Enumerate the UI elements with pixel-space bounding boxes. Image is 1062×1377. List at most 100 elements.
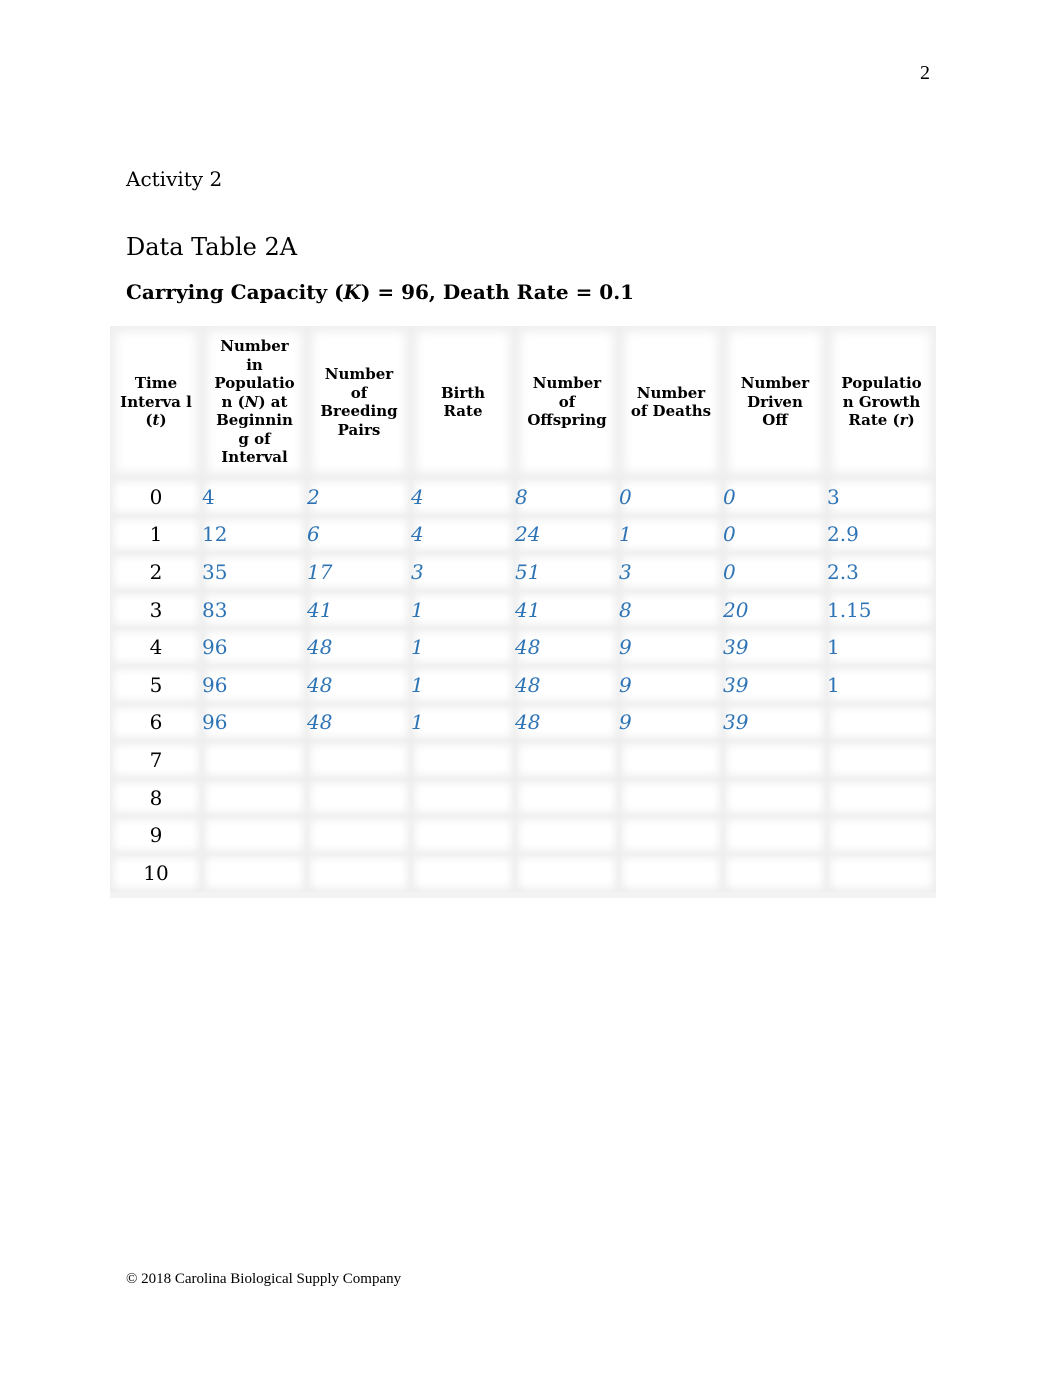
cell-n[interactable]	[202, 778, 307, 817]
cell-birth[interactable]: 1	[411, 703, 515, 742]
time-interval-cell: 8	[110, 778, 202, 817]
table-row: 9	[110, 816, 936, 854]
cell-deaths[interactable]	[619, 778, 723, 817]
cell-birth[interactable]: 3	[411, 553, 515, 591]
cell-deaths[interactable]: 1	[619, 515, 723, 554]
cell-offspring[interactable]	[515, 853, 619, 892]
cell-pairs[interactable]: 2	[307, 478, 411, 516]
cell-pairs[interactable]: 48	[307, 703, 411, 742]
copyright-footer: © 2018 Carolina Biological Supply Compan…	[126, 1271, 402, 1287]
column-header-text: Number of Deaths	[619, 384, 723, 421]
cell-offspring[interactable]: 51	[515, 553, 619, 591]
cell-offspring[interactable]	[515, 816, 619, 854]
cell-r[interactable]: 1	[827, 665, 936, 704]
cell-r[interactable]	[827, 703, 936, 742]
cell-r[interactable]	[827, 816, 936, 854]
cell-deaths[interactable]	[619, 741, 723, 779]
cell-driven[interactable]: 20	[723, 590, 827, 629]
cell-driven[interactable]: 0	[723, 478, 827, 516]
cell-n[interactable]	[202, 816, 307, 854]
cell-pairs[interactable]: 41	[307, 590, 411, 629]
cell-n[interactable]: 96	[202, 703, 307, 742]
time-interval-cell: 7	[110, 741, 202, 779]
cell-n[interactable]: 12	[202, 515, 307, 554]
table-row: 4 96 48 1 48 9 39 1	[110, 628, 936, 666]
column-header-text: Birth Rate	[411, 384, 515, 421]
cell-pairs[interactable]	[307, 741, 411, 779]
cell-n[interactable]	[202, 741, 307, 779]
cell-pairs[interactable]	[307, 853, 411, 892]
cell-deaths[interactable]: 9	[619, 628, 723, 666]
cell-birth[interactable]	[411, 741, 515, 779]
cell-birth[interactable]: 4	[411, 478, 515, 516]
cell-r[interactable]	[827, 778, 936, 817]
time-interval-cell: 10	[110, 853, 202, 892]
cell-birth[interactable]: 1	[411, 665, 515, 704]
cell-offspring[interactable]	[515, 778, 619, 817]
cell-deaths[interactable]	[619, 816, 723, 854]
cell-offspring[interactable]: 48	[515, 628, 619, 666]
cell-driven[interactable]: 39	[723, 703, 827, 742]
cell-n[interactable]: 83	[202, 590, 307, 629]
cell-n[interactable]	[202, 853, 307, 892]
cell-n[interactable]: 35	[202, 553, 307, 591]
time-interval-cell: 1	[110, 515, 202, 554]
cell-birth[interactable]: 1	[411, 628, 515, 666]
cell-pairs[interactable]: 6	[307, 515, 411, 554]
cell-deaths[interactable]: 8	[619, 590, 723, 629]
cell-r[interactable]: 2.3	[827, 553, 936, 591]
cell-n[interactable]: 4	[202, 478, 307, 516]
cell-pairs[interactable]: 17	[307, 553, 411, 591]
cell-r[interactable]: 1	[827, 628, 936, 666]
cell-offspring[interactable]: 48	[515, 665, 619, 704]
cell-deaths[interactable]: 9	[619, 703, 723, 742]
cell-r[interactable]	[827, 853, 936, 892]
column-header-deaths: Number of Deaths	[619, 326, 723, 478]
time-interval-cell: 5	[110, 665, 202, 704]
cell-driven[interactable]	[723, 778, 827, 817]
column-header-offspring: Number of Offspring	[515, 326, 619, 478]
cell-birth[interactable]	[411, 853, 515, 892]
cell-offspring[interactable]: 8	[515, 478, 619, 516]
cell-driven[interactable]: 39	[723, 628, 827, 666]
cell-offspring[interactable]: 41	[515, 590, 619, 629]
cell-pairs[interactable]: 48	[307, 628, 411, 666]
header-variable: N	[244, 392, 259, 411]
cell-offspring[interactable]	[515, 741, 619, 779]
cell-driven[interactable]	[723, 853, 827, 892]
cell-r[interactable]: 3	[827, 478, 936, 516]
cell-birth[interactable]: 4	[411, 515, 515, 554]
time-interval-cell: 6	[110, 703, 202, 742]
table-row: 1 12 6 4 24 1 0 2.9	[110, 515, 936, 554]
time-interval-cell: 2	[110, 553, 202, 591]
cell-driven[interactable]: 0	[723, 515, 827, 554]
activity-heading: Activity 2	[126, 167, 223, 191]
cell-driven[interactable]: 0	[723, 553, 827, 591]
subtitle-prefix: Carrying Capacity (	[126, 280, 344, 304]
cell-birth[interactable]	[411, 816, 515, 854]
cell-r[interactable]	[827, 741, 936, 779]
cell-driven[interactable]	[723, 816, 827, 854]
cell-deaths[interactable]	[619, 853, 723, 892]
cell-birth[interactable]	[411, 778, 515, 817]
cell-pairs[interactable]	[307, 778, 411, 817]
column-header-text: Number of Breeding Pairs	[307, 365, 411, 439]
cell-n[interactable]: 96	[202, 628, 307, 666]
cell-offspring[interactable]: 24	[515, 515, 619, 554]
cell-offspring[interactable]: 48	[515, 703, 619, 742]
header-text: Number of Offspring	[527, 374, 607, 430]
cell-r[interactable]: 2.9	[827, 515, 936, 554]
cell-pairs[interactable]: 48	[307, 665, 411, 704]
cell-birth[interactable]: 1	[411, 590, 515, 629]
cell-driven[interactable]	[723, 741, 827, 779]
cell-deaths[interactable]: 0	[619, 478, 723, 516]
cell-n[interactable]: 96	[202, 665, 307, 704]
column-header-breeding-pairs: Number of Breeding Pairs	[307, 326, 411, 478]
cell-r[interactable]: 1.15	[827, 590, 936, 629]
column-header-time-interval: Time Interva l (t)	[110, 326, 202, 478]
cell-deaths[interactable]: 9	[619, 665, 723, 704]
cell-pairs[interactable]	[307, 816, 411, 854]
cell-driven[interactable]: 39	[723, 665, 827, 704]
cell-deaths[interactable]: 3	[619, 553, 723, 591]
column-header-population-n: Number in Populatio n (N) at Beginnin g …	[202, 326, 307, 478]
